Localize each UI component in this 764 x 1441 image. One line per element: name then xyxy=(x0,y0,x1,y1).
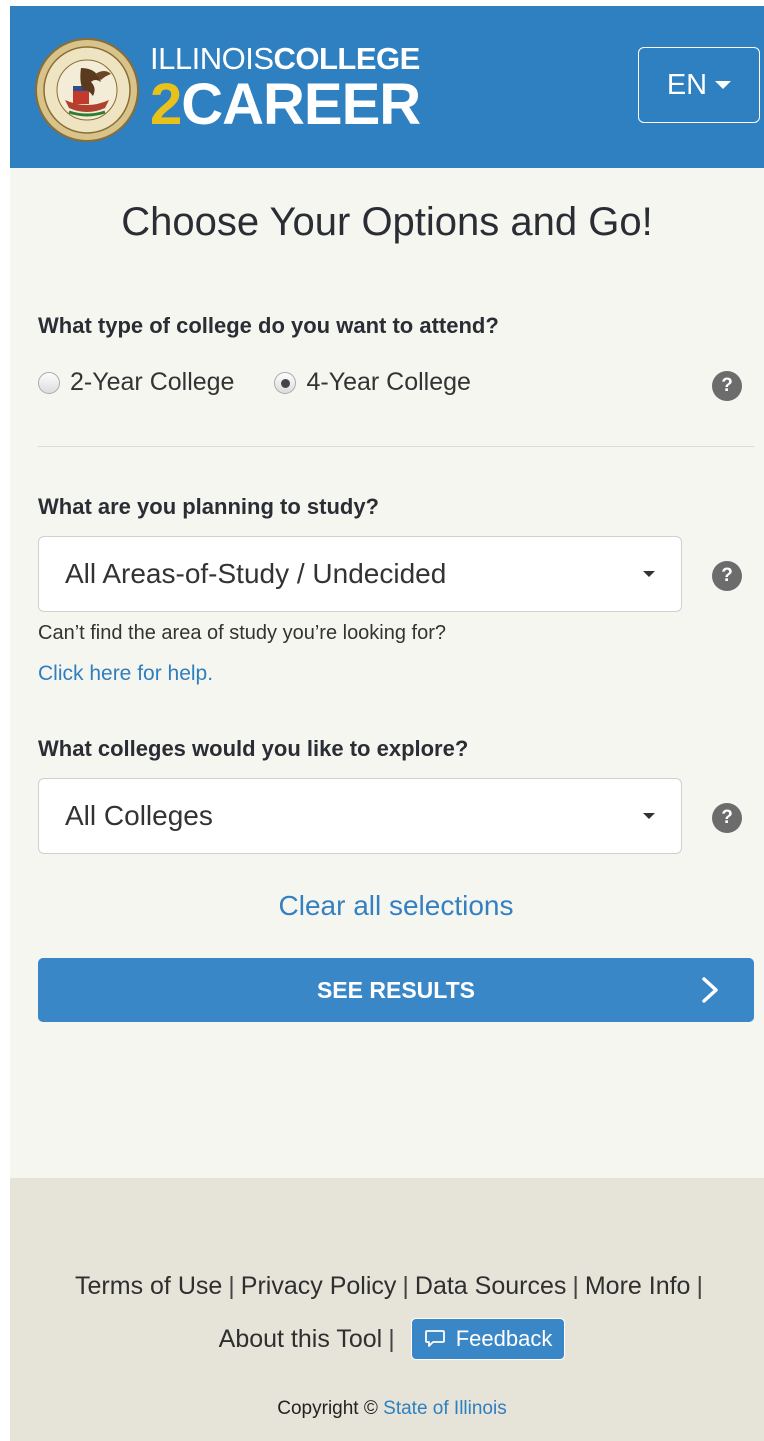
footer-links-row-2: About this Tool | Feedback xyxy=(10,1318,764,1360)
language-dropdown-button[interactable]: EN xyxy=(638,47,760,123)
main-content: Choose Your Options and Go! What type of… xyxy=(10,168,764,1178)
study-hint-text: Can’t find the area of study you’re look… xyxy=(38,622,447,644)
radio-label-4-year: 4-Year College xyxy=(306,368,471,396)
study-help-link[interactable]: Click here for help. xyxy=(38,662,213,686)
study-area-select[interactable]: All Areas-of-Study / Undecided xyxy=(38,536,682,612)
see-results-label: SEE RESULTS xyxy=(316,976,476,1003)
caret-down-icon xyxy=(715,81,732,89)
speech-bubble-icon xyxy=(424,1330,445,1347)
footer-separator: | xyxy=(696,1272,703,1300)
logo-text-2: 2 xyxy=(150,72,182,137)
site-header: ILLINOISCOLLEGE 2CAREER EN xyxy=(10,6,764,168)
colleges-select[interactable]: All Colleges xyxy=(38,778,682,854)
state-of-illinois-link[interactable]: State of Illinois xyxy=(383,1398,507,1419)
help-icon[interactable]: ? xyxy=(712,561,742,591)
logo-wordmark-top: ILLINOISCOLLEGE xyxy=(150,42,420,76)
chevron-right-icon xyxy=(702,977,718,1003)
logo-text-illinois: ILLINOIS xyxy=(150,41,274,76)
footer-separator: | xyxy=(388,1324,395,1353)
footer-separator: | xyxy=(572,1272,579,1300)
footer-link-data-sources[interactable]: Data Sources xyxy=(415,1272,566,1300)
caret-down-icon xyxy=(643,813,655,819)
divider xyxy=(38,446,754,447)
feedback-label: Feedback xyxy=(455,1326,553,1351)
colleges-question: What colleges would you like to explore? xyxy=(38,736,469,761)
study-question: What are you planning to study? xyxy=(38,494,379,519)
logo-text-career: CAREER xyxy=(181,72,421,137)
colleges-selected-value: All Colleges xyxy=(65,800,213,831)
footer-link-more-info[interactable]: More Info xyxy=(585,1272,691,1300)
college-type-radio-group: 2-Year College 4-Year College xyxy=(38,368,511,397)
radio-4-year-college[interactable]: 4-Year College xyxy=(274,368,471,397)
logo-wordmark-bottom: 2CAREER xyxy=(150,72,421,137)
footer-separator: | xyxy=(228,1272,235,1300)
page-title: Choose Your Options and Go! xyxy=(121,200,653,244)
footer-links-row-1: Terms of Use | Privacy Policy | Data Sources… xyxy=(10,1272,764,1301)
help-icon[interactable]: ? xyxy=(712,371,742,401)
language-label: EN xyxy=(666,68,708,101)
feedback-button[interactable]: Feedback xyxy=(410,1318,566,1360)
college-type-question: What type of college do you want to atte… xyxy=(38,313,499,338)
radio-label-2-year: 2-Year College xyxy=(70,368,235,396)
footer-link-about[interactable]: About this Tool xyxy=(219,1325,383,1354)
footer-link-terms[interactable]: Terms of Use xyxy=(75,1272,222,1300)
radio-button-2-year[interactable] xyxy=(38,371,60,394)
see-results-button[interactable]: SEE RESULTS xyxy=(38,958,754,1022)
radio-2-year-college[interactable]: 2-Year College xyxy=(38,368,234,397)
copyright-text: Copyright © xyxy=(277,1398,378,1419)
copyright: Copyright © State of Illinois xyxy=(10,1398,764,1420)
clear-selections-link[interactable]: Clear all selections xyxy=(10,890,764,922)
caret-down-icon xyxy=(643,571,655,577)
footer-separator: | xyxy=(402,1272,409,1300)
app-frame: ILLINOISCOLLEGE 2CAREER EN Choose Your O… xyxy=(10,6,764,1441)
state-seal-icon xyxy=(35,38,139,142)
footer-link-privacy[interactable]: Privacy Policy xyxy=(241,1272,397,1300)
site-footer: Terms of Use | Privacy Policy | Data Sources… xyxy=(10,1178,764,1441)
study-area-selected-value: All Areas-of-Study / Undecided xyxy=(65,558,447,589)
radio-button-4-year[interactable] xyxy=(274,371,297,394)
logo-text-college: COLLEGE xyxy=(273,41,421,76)
help-icon[interactable]: ? xyxy=(712,803,742,833)
